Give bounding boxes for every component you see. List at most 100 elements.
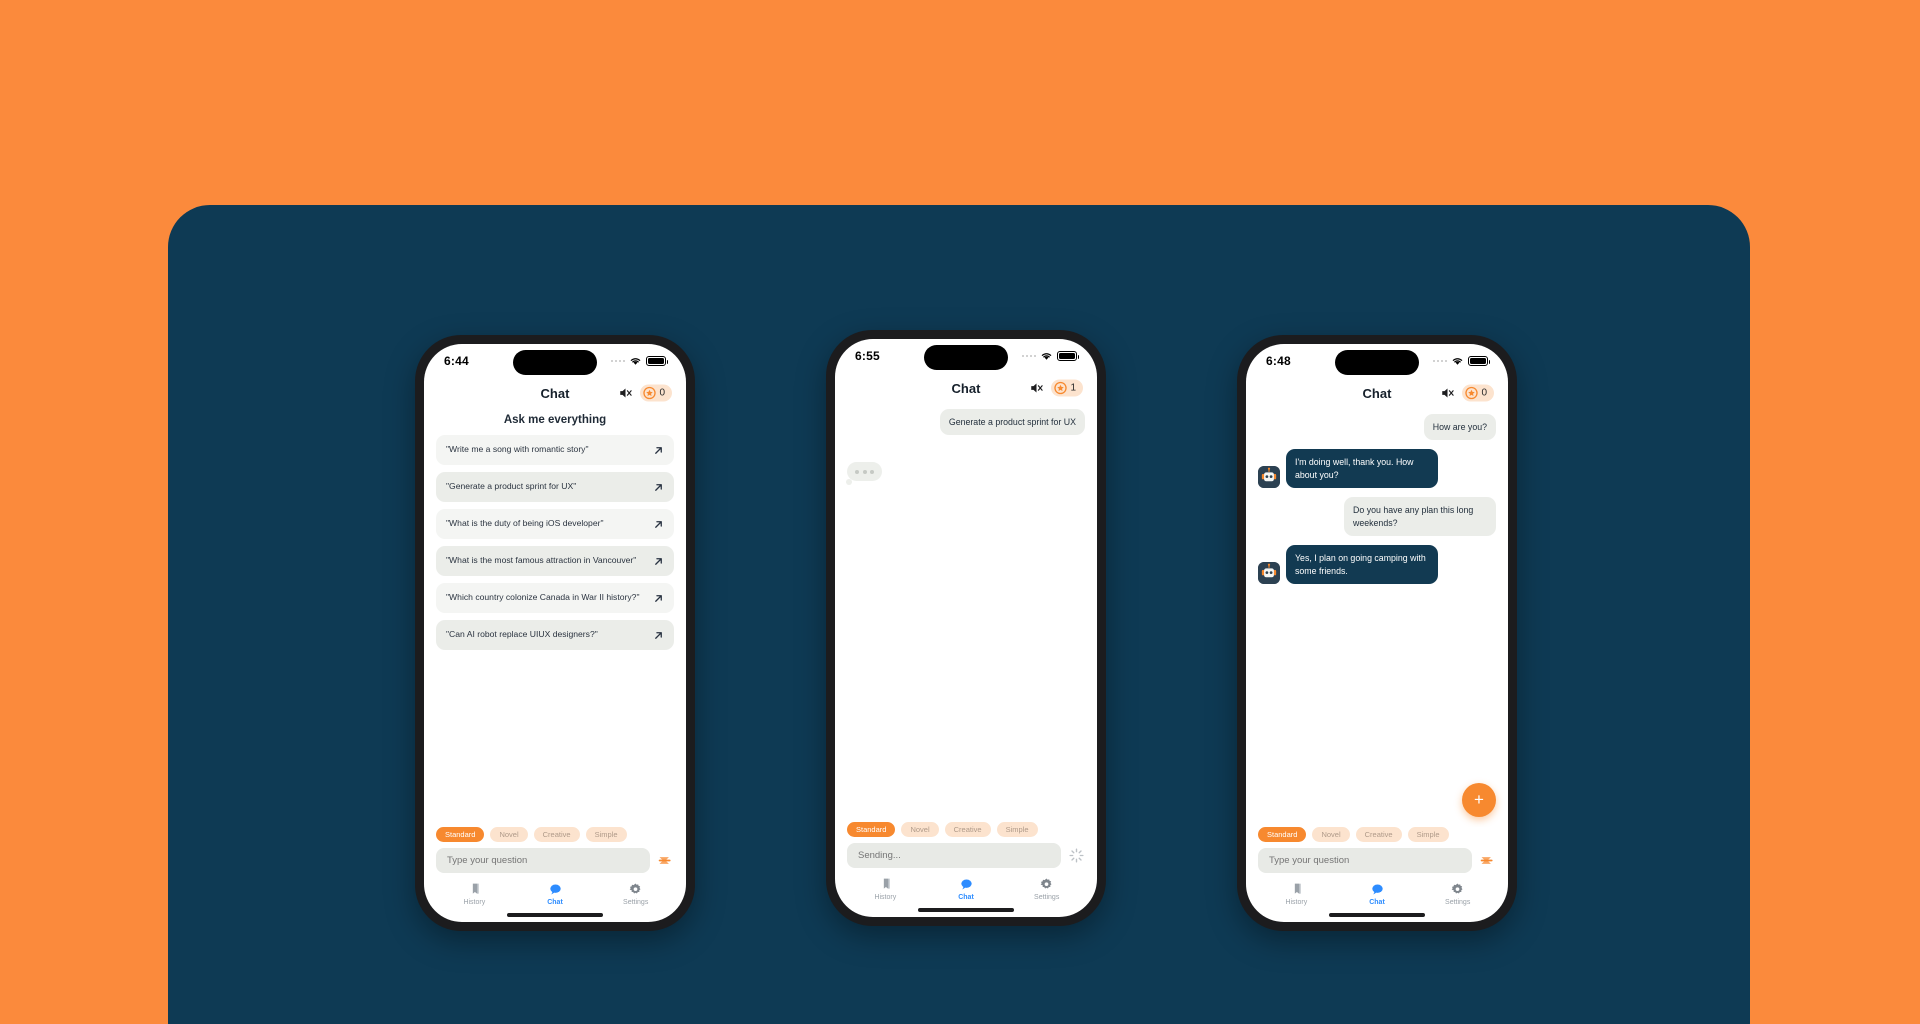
tab-history[interactable]: History xyxy=(1256,882,1337,906)
suggestion-card[interactable]: "Generate a product sprint for UX" xyxy=(436,472,674,502)
tab-history[interactable]: History xyxy=(434,882,515,906)
phone-mockup-1: 6:44 Chat 0 Ask me everything "Write me … xyxy=(415,335,695,931)
tab-label: History xyxy=(1285,899,1308,906)
question-input[interactable] xyxy=(1258,848,1472,873)
suggestion-text: "Generate a product sprint for UX" xyxy=(446,481,577,492)
battery-icon xyxy=(1468,356,1490,366)
arrow-up-right-icon xyxy=(655,594,662,602)
message-row: Generate a product sprint for UX xyxy=(847,409,1085,436)
dynamic-island xyxy=(924,345,1008,370)
status-bar: 6:44 xyxy=(424,344,686,378)
conversation-screen: How are you? I'm doing well, thank you. … xyxy=(1246,408,1508,827)
status-indicators xyxy=(1432,356,1490,366)
chip-standard[interactable]: Standard xyxy=(436,827,485,842)
question-input[interactable] xyxy=(847,843,1061,868)
tab-label: Chat xyxy=(1369,899,1385,906)
credit-count: 0 xyxy=(1481,387,1487,399)
chip-novel[interactable]: Novel xyxy=(901,822,939,837)
status-indicators xyxy=(610,356,668,366)
ask-me-everything-title: Ask me everything xyxy=(503,414,607,426)
arrow-up-right-icon xyxy=(655,557,662,565)
tab-chat[interactable]: Chat xyxy=(926,877,1007,901)
tab-chat[interactable]: Chat xyxy=(1337,882,1418,906)
chip-creative[interactable]: Creative xyxy=(533,827,580,842)
robot-avatar-icon xyxy=(1258,562,1280,585)
chip-creative[interactable]: Creative xyxy=(1355,827,1402,842)
chip-novel[interactable]: Novel xyxy=(490,827,528,842)
speaker-mute-icon[interactable] xyxy=(1029,381,1044,396)
send-icon[interactable] xyxy=(657,852,674,869)
tab-settings[interactable]: Settings xyxy=(1417,882,1498,906)
credit-count: 0 xyxy=(659,387,665,399)
status-time: 6:48 xyxy=(1266,354,1291,368)
tab-bar: History Chat Settings xyxy=(835,873,1097,903)
dynamic-island xyxy=(513,350,597,375)
chip-novel[interactable]: Novel xyxy=(1312,827,1350,842)
tab-bar: History Chat Settings xyxy=(1246,878,1508,908)
nav-actions: 0 xyxy=(618,384,672,402)
nav-actions: 1 xyxy=(1029,379,1083,397)
signal-dots-icon xyxy=(610,359,625,363)
speaker-mute-icon[interactable] xyxy=(618,386,633,401)
book-icon xyxy=(470,883,479,894)
signal-dots-icon xyxy=(1432,359,1447,363)
credit-badge[interactable]: 0 xyxy=(640,384,672,402)
chip-standard[interactable]: Standard xyxy=(847,822,896,837)
gear-icon xyxy=(629,883,641,894)
home-indicator xyxy=(835,903,1097,917)
plus-icon: + xyxy=(1474,789,1484,809)
chip-simple[interactable]: Simple xyxy=(996,822,1038,837)
message-list: How are you? I'm doing well, thank you. … xyxy=(1258,408,1496,585)
credit-badge[interactable]: 1 xyxy=(1051,379,1083,397)
chip-creative[interactable]: Creative xyxy=(944,822,991,837)
phone-screen-1: 6:44 Chat 0 Ask me everything "Write me … xyxy=(424,344,686,922)
arrow-up-right-icon xyxy=(655,483,662,491)
user-message-bubble: Generate a product sprint for UX xyxy=(939,409,1085,436)
tab-label: History xyxy=(463,899,486,906)
message-row: I'm doing well, thank you. How about you… xyxy=(1258,449,1496,489)
chat-bubble-icon xyxy=(549,884,561,895)
suggestion-card[interactable]: "What is the duty of being iOS developer… xyxy=(436,509,674,539)
chip-standard[interactable]: Standard xyxy=(1258,827,1307,842)
credit-count: 1 xyxy=(1070,382,1076,394)
new-chat-fab[interactable]: + xyxy=(1462,783,1496,817)
suggestion-text: "Can AI robot replace UIUX designers?" xyxy=(446,629,598,640)
suggestion-card[interactable]: "Can AI robot replace UIUX designers?" xyxy=(436,620,674,650)
status-bar: 6:48 xyxy=(1246,344,1508,378)
typing-indicator xyxy=(846,462,882,486)
credit-badge[interactable]: 0 xyxy=(1462,384,1494,402)
suggestion-card[interactable]: "Which country colonize Canada in War II… xyxy=(436,583,674,613)
typing-indicator-wrap xyxy=(846,444,1085,486)
tab-history[interactable]: History xyxy=(845,877,926,901)
star-icon xyxy=(1054,381,1068,395)
style-chips: Standard Novel Creative Simple xyxy=(835,822,1097,843)
chip-simple[interactable]: Simple xyxy=(585,827,627,842)
suggestion-text: "Which country colonize Canada in War II… xyxy=(446,592,640,603)
status-time: 6:55 xyxy=(855,349,880,363)
arrow-up-right-icon xyxy=(655,446,662,454)
nav-bar: Chat 1 xyxy=(835,373,1097,403)
user-message-bubble: Do you have any plan this long weekends? xyxy=(1344,497,1496,537)
suggestion-card[interactable]: "What is the most famous attraction in V… xyxy=(436,546,674,576)
star-icon xyxy=(643,386,657,400)
tab-chat[interactable]: Chat xyxy=(515,882,596,906)
tab-settings[interactable]: Settings xyxy=(1006,877,1087,901)
battery-icon xyxy=(1057,351,1079,361)
gear-icon xyxy=(1040,878,1052,889)
phone-screen-2: 6:55 Chat 1 Generate a product sprint fo… xyxy=(835,339,1097,917)
send-icon[interactable] xyxy=(1479,852,1496,869)
tab-settings[interactable]: Settings xyxy=(595,882,676,906)
style-chips: Standard Novel Creative Simple xyxy=(1246,827,1508,848)
arrow-up-right-icon xyxy=(655,631,662,639)
chip-simple[interactable]: Simple xyxy=(1407,827,1449,842)
bot-message-bubble: I'm doing well, thank you. How about you… xyxy=(1286,449,1438,489)
message-list: Generate a product sprint for UX xyxy=(846,403,1085,486)
nav-bar: Chat 0 xyxy=(424,378,686,408)
message-row: Yes, I plan on going camping with some f… xyxy=(1258,545,1496,585)
speaker-mute-icon[interactable] xyxy=(1440,386,1455,401)
status-bar: 6:55 xyxy=(835,339,1097,373)
question-input[interactable] xyxy=(436,848,650,873)
wifi-icon xyxy=(1452,358,1463,365)
message-composer xyxy=(835,843,1097,873)
suggestion-card[interactable]: "Write me a song with romantic story" xyxy=(436,435,674,465)
